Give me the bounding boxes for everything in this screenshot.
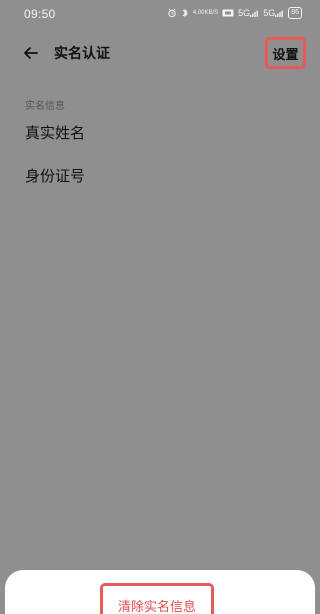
battery-icon: 86 xyxy=(288,7,302,19)
signal-icon: 5G xyxy=(238,8,259,18)
status-icons: 4.00 KB/S 5G 5G 86 xyxy=(167,7,302,19)
back-button[interactable] xyxy=(20,42,42,64)
bluetooth-icon xyxy=(181,8,189,18)
status-bar: 09:50 4.00 KB/S 5G 5G 86 xyxy=(0,0,320,28)
back-arrow-icon xyxy=(24,47,38,59)
signal-icon-secondary: 5G xyxy=(263,8,284,18)
clear-real-name-button[interactable]: 清除实名信息 xyxy=(100,583,214,614)
settings-button[interactable]: 设置 xyxy=(265,37,306,69)
screen: 09:50 4.00 KB/S 5G 5G 86 实名认证 设置 实名信息 真实… xyxy=(0,0,320,614)
hd-icon xyxy=(222,8,234,18)
section-label-real-name-info: 实名信息 xyxy=(25,101,65,112)
status-time: 09:50 xyxy=(24,7,56,21)
speed-bottom: KB/S xyxy=(204,10,219,16)
page-title: 实名认证 xyxy=(54,46,110,62)
signal-label-1: 5G xyxy=(238,8,251,18)
signal-label-2: 5G xyxy=(263,8,276,18)
network-speed-icon: 4.00 KB/S xyxy=(193,8,218,18)
speed-top: 4.00 xyxy=(192,10,205,16)
id-number-field[interactable]: 身份证号 xyxy=(25,165,85,186)
alarm-icon xyxy=(167,8,177,18)
battery-level: 86 xyxy=(291,9,299,16)
real-name-field[interactable]: 真实姓名 xyxy=(25,122,85,143)
